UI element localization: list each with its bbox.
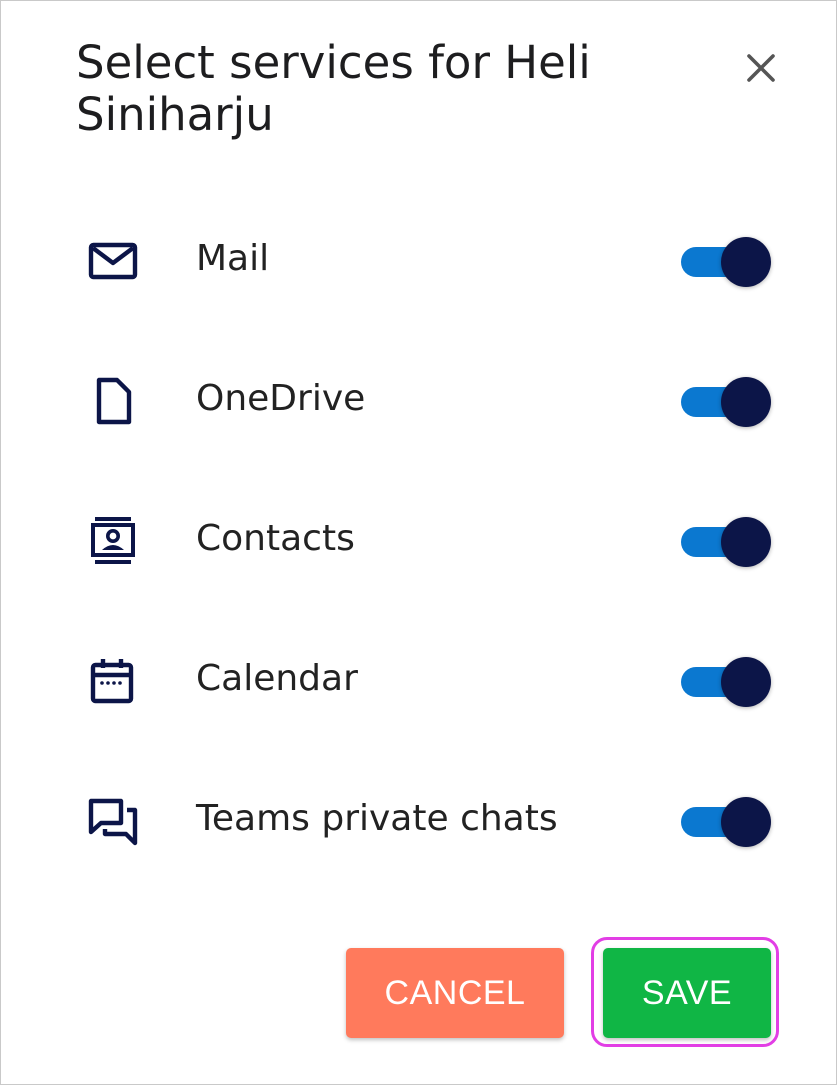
cancel-button[interactable]: CANCEL bbox=[346, 948, 564, 1038]
service-row-calendar: Calendar bbox=[1, 609, 837, 749]
service-row-contacts: Contacts bbox=[1, 469, 837, 609]
toggle-knob bbox=[721, 377, 771, 427]
toggle-knob bbox=[721, 517, 771, 567]
toggle-mail[interactable] bbox=[681, 235, 773, 287]
mail-icon bbox=[87, 235, 145, 287]
service-label-mail: Mail bbox=[196, 238, 270, 279]
service-label-onedrive: OneDrive bbox=[196, 378, 366, 419]
toggle-calendar[interactable] bbox=[681, 655, 773, 707]
chat-icon bbox=[87, 795, 145, 847]
service-label-teams-private-chats: Teams private chats bbox=[196, 798, 558, 839]
toggle-contacts[interactable] bbox=[681, 515, 773, 567]
service-label-contacts: Contacts bbox=[196, 518, 355, 559]
service-row-teams-private-chats: Teams private chats bbox=[1, 749, 837, 889]
service-row-mail: Mail bbox=[1, 189, 837, 329]
toggle-knob bbox=[721, 657, 771, 707]
toggle-knob bbox=[721, 237, 771, 287]
dialog-title: Select services for Heli Siniharju bbox=[76, 36, 591, 141]
document-icon bbox=[87, 375, 145, 427]
select-services-dialog: Select services for Heli Siniharju Mail bbox=[0, 0, 837, 1085]
toggle-knob bbox=[721, 797, 771, 847]
toggle-onedrive[interactable] bbox=[681, 375, 773, 427]
calendar-icon bbox=[87, 655, 145, 707]
service-row-onedrive: OneDrive bbox=[1, 329, 837, 469]
toggle-teams-private-chats[interactable] bbox=[681, 795, 773, 847]
close-button[interactable] bbox=[736, 43, 786, 93]
service-label-calendar: Calendar bbox=[196, 658, 358, 699]
contact-card-icon bbox=[87, 515, 145, 567]
save-button[interactable]: SAVE bbox=[603, 948, 771, 1038]
service-list: Mail OneDrive Contacts Calendar Teams pr… bbox=[1, 189, 837, 889]
close-icon bbox=[747, 54, 775, 82]
